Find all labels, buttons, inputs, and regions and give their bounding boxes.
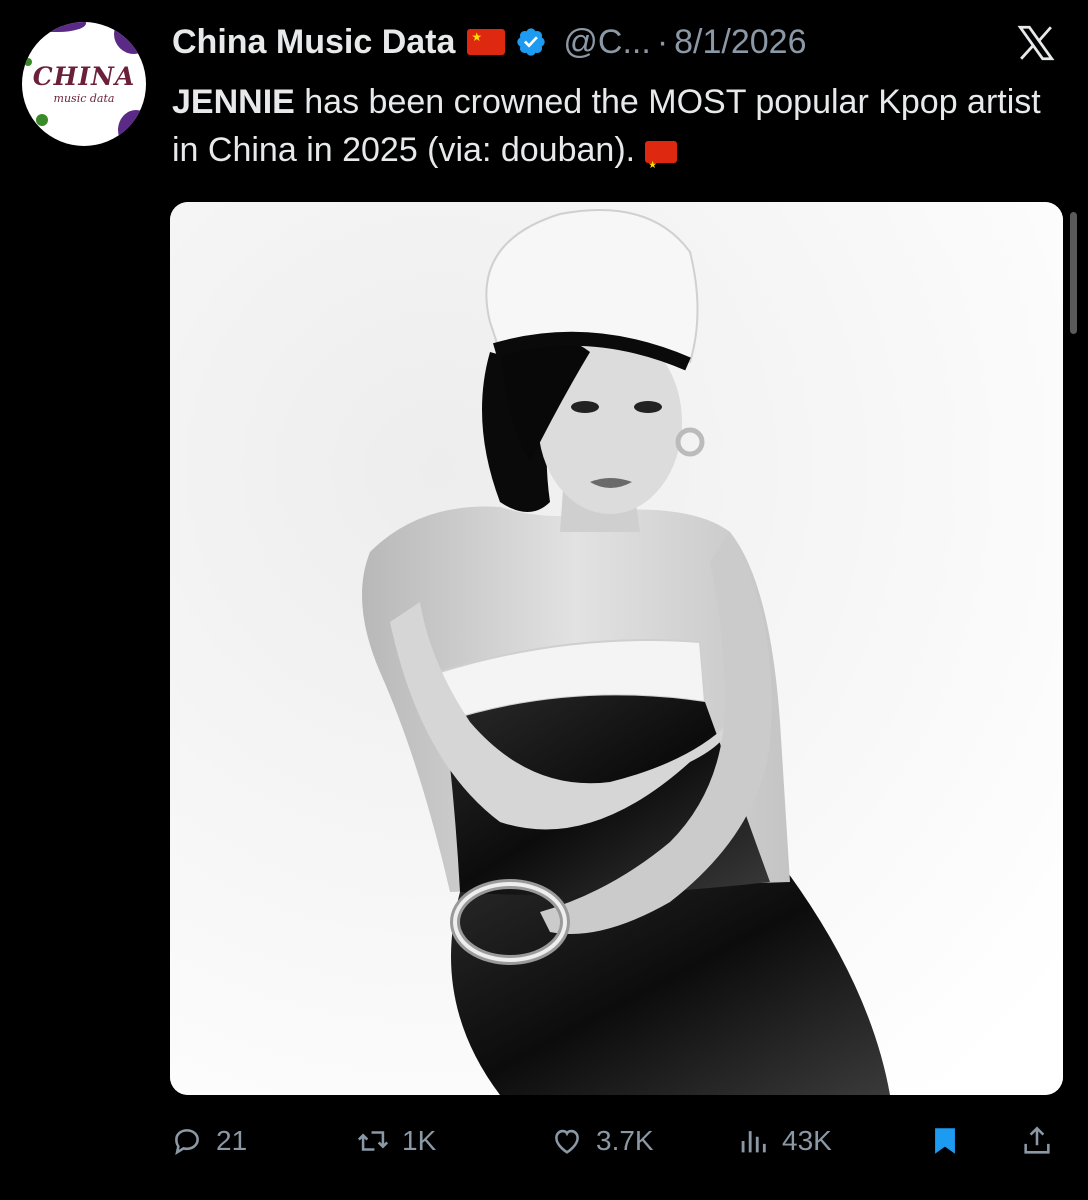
- avatar[interactable]: CHINA music data: [22, 22, 146, 146]
- china-flag-icon: [467, 29, 506, 55]
- repost-count: 1K: [402, 1125, 437, 1156]
- tweet-media-image[interactable]: [170, 202, 1063, 1095]
- china-flag-icon: [645, 141, 678, 190]
- views-count: 43K: [782, 1125, 832, 1156]
- scrollbar[interactable]: [1070, 212, 1077, 334]
- avatar-decoration: [114, 22, 146, 54]
- tweet-date[interactable]: 8/1/2026: [674, 23, 806, 62]
- photo-illustration: [170, 202, 1063, 1095]
- tweet-actions-bar: 21 1K 3.7K 43K: [170, 1116, 1070, 1166]
- tweet-header: China Music Data @C... · 8/1/2026: [172, 18, 1068, 66]
- header-separator: ·: [656, 22, 669, 61]
- bookmark-button[interactable]: [928, 1116, 962, 1166]
- tweet-text: JENNIE has been crowned the MOST popular…: [172, 78, 1052, 190]
- share-icon: [1024, 1126, 1050, 1154]
- repost-icon: [357, 1131, 389, 1151]
- avatar-decoration: [118, 110, 146, 146]
- share-button[interactable]: [1020, 1116, 1054, 1166]
- reply-count: 21: [216, 1125, 248, 1156]
- avatar-logo-text: CHINA: [32, 62, 136, 91]
- x-logo-icon[interactable]: [1012, 22, 1060, 64]
- repost-button[interactable]: 1K: [356, 1116, 436, 1166]
- reply-button[interactable]: 21: [170, 1116, 247, 1166]
- bookmark-icon: [935, 1128, 955, 1154]
- views-icon: [741, 1131, 766, 1153]
- reply-icon: [175, 1129, 199, 1156]
- avatar-logo-subtext: music data: [53, 92, 115, 105]
- author-display-name[interactable]: China Music Data: [172, 23, 455, 62]
- author-handle[interactable]: @C...: [563, 23, 650, 62]
- avatar-decoration: [36, 114, 48, 126]
- like-icon: [555, 1129, 579, 1154]
- verified-badge-icon[interactable]: [515, 26, 547, 58]
- tweet-text-body: has been crowned the MOST popular Kpop a…: [172, 83, 1041, 169]
- like-count: 3.7K: [596, 1125, 654, 1156]
- views-button[interactable]: 43K: [736, 1116, 832, 1166]
- avatar-decoration: [24, 58, 32, 66]
- like-button[interactable]: 3.7K: [550, 1116, 654, 1166]
- tweet-text-bold-lead: JENNIE: [172, 83, 295, 121]
- avatar-decoration: [22, 22, 86, 32]
